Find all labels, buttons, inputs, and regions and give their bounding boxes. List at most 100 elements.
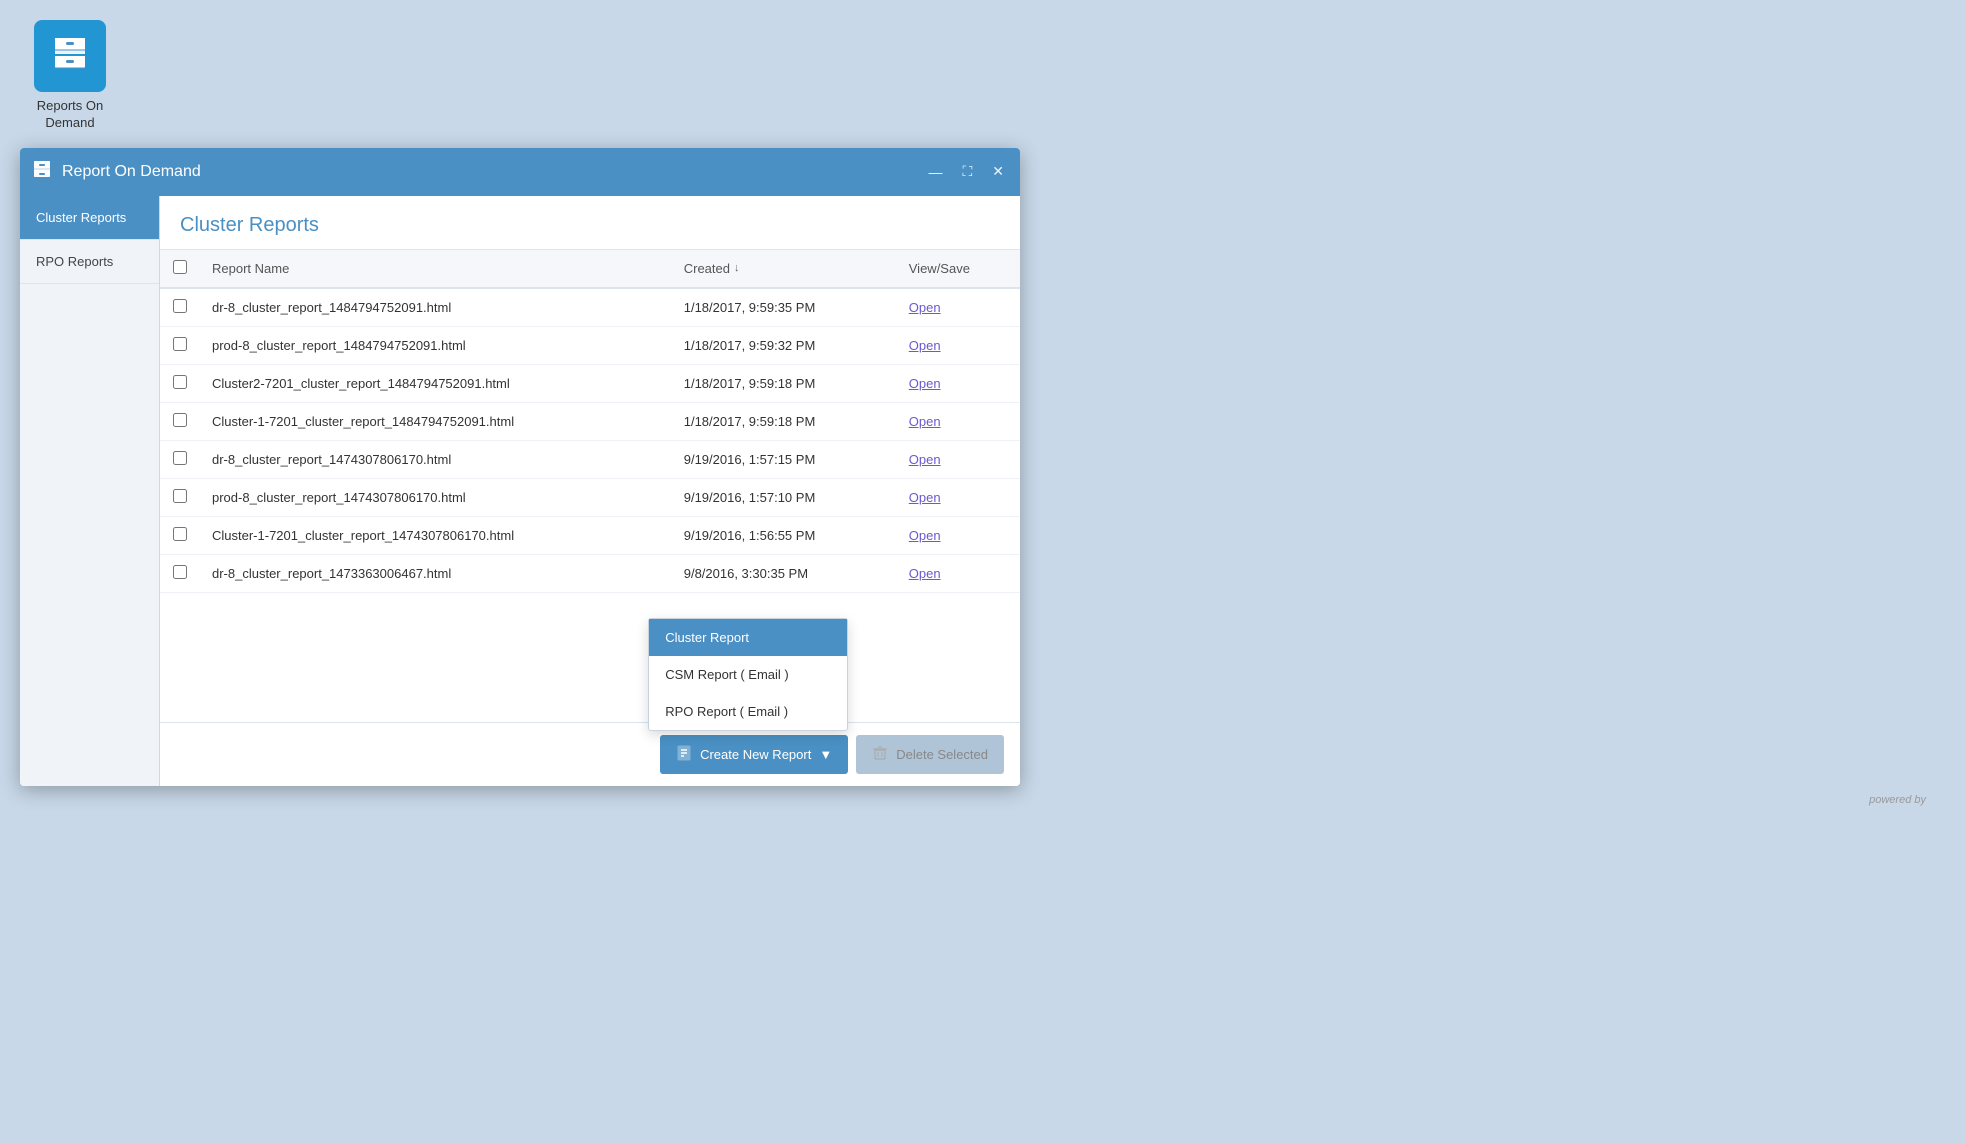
title-bar-left: Report On Demand: [32, 159, 201, 184]
sidebar-item-cluster-reports[interactable]: Cluster Reports: [20, 196, 159, 240]
row-created: 1/18/2017, 9:59:18 PM: [672, 364, 897, 402]
row-view-save: Open: [897, 326, 1020, 364]
title-bar: Report On Demand — ⛶ ✕: [20, 148, 1020, 196]
delete-selected-button[interactable]: Delete Selected: [856, 735, 1004, 774]
delete-button-label: Delete Selected: [896, 747, 988, 762]
create-button-label: Create New Report: [700, 747, 811, 762]
row-select-cell: [160, 402, 200, 440]
app-icon[interactable]: [34, 20, 106, 92]
open-report-button[interactable]: Open: [909, 566, 941, 581]
table-row: prod-8_cluster_report_1484794752091.html…: [160, 326, 1020, 364]
open-report-button[interactable]: Open: [909, 528, 941, 543]
table-row: Cluster-1-7201_cluster_report_1484794752…: [160, 402, 1020, 440]
row-view-save: Open: [897, 440, 1020, 478]
powered-by-text: powered by: [20, 786, 1946, 814]
row-created: 9/19/2016, 1:57:15 PM: [672, 440, 897, 478]
row-created: 9/19/2016, 1:56:55 PM: [672, 516, 897, 554]
table-header: Report Name Created ↓ View/Save: [160, 250, 1020, 288]
row-checkbox[interactable]: [173, 527, 187, 541]
row-checkbox[interactable]: [173, 565, 187, 579]
row-report-name: prod-8_cluster_report_1484794752091.html: [200, 326, 672, 364]
row-report-name: dr-8_cluster_report_1484794752091.html: [200, 288, 672, 327]
row-report-name: Cluster2-7201_cluster_report_14847947520…: [200, 364, 672, 402]
row-view-save: Open: [897, 402, 1020, 440]
app-launcher: Reports OnDemand: [20, 20, 120, 132]
open-report-button[interactable]: Open: [909, 300, 941, 315]
table-row: prod-8_cluster_report_1474307806170.html…: [160, 478, 1020, 516]
create-dropdown-container: Create New Report ▼ Cluster Report CSM R…: [660, 735, 848, 774]
row-select-cell: [160, 326, 200, 364]
content-header: Cluster Reports: [160, 196, 1020, 250]
row-checkbox[interactable]: [173, 413, 187, 427]
window-body: Cluster Reports RPO Reports Cluster Repo…: [20, 196, 1020, 786]
select-all-checkbox[interactable]: [173, 260, 187, 274]
reports-table: Report Name Created ↓ View/Save: [160, 250, 1020, 593]
footer-bar: Create New Report ▼ Cluster Report CSM R…: [160, 722, 1020, 786]
app-icon-graphic: [50, 32, 90, 80]
dropdown-item-rpo-report[interactable]: RPO Report ( Email ): [649, 693, 847, 730]
row-view-save: Open: [897, 364, 1020, 402]
col-report-name: Report Name: [200, 250, 672, 288]
open-report-button[interactable]: Open: [909, 414, 941, 429]
table-row: Cluster2-7201_cluster_report_14847947520…: [160, 364, 1020, 402]
row-select-cell: [160, 288, 200, 327]
row-select-cell: [160, 516, 200, 554]
dropdown-item-cluster-report[interactable]: Cluster Report: [649, 619, 847, 656]
reports-table-wrapper[interactable]: Report Name Created ↓ View/Save: [160, 250, 1020, 722]
open-report-button[interactable]: Open: [909, 338, 941, 353]
row-created: 9/19/2016, 1:57:10 PM: [672, 478, 897, 516]
title-bar-controls: — ⛶ ✕: [924, 161, 1008, 182]
row-report-name: dr-8_cluster_report_1474307806170.html: [200, 440, 672, 478]
row-select-cell: [160, 478, 200, 516]
table-body: dr-8_cluster_report_1484794752091.html1/…: [160, 288, 1020, 593]
col-select: [160, 250, 200, 288]
open-report-button[interactable]: Open: [909, 452, 941, 467]
row-select-cell: [160, 440, 200, 478]
main-window: Report On Demand — ⛶ ✕ Cluster Reports R…: [20, 148, 1020, 786]
table-row: dr-8_cluster_report_1484794752091.html1/…: [160, 288, 1020, 327]
maximize-button[interactable]: ⛶: [958, 161, 976, 182]
table-row: Cluster-1-7201_cluster_report_1474307806…: [160, 516, 1020, 554]
row-checkbox[interactable]: [173, 489, 187, 503]
row-select-cell: [160, 364, 200, 402]
row-report-name: Cluster-1-7201_cluster_report_1474307806…: [200, 516, 672, 554]
row-view-save: Open: [897, 288, 1020, 327]
table-row: dr-8_cluster_report_1474307806170.html9/…: [160, 440, 1020, 478]
window-title: Report On Demand: [62, 163, 201, 181]
create-dropdown-menu: Cluster Report CSM Report ( Email ) RPO …: [648, 618, 848, 731]
close-button[interactable]: ✕: [988, 161, 1008, 182]
sidebar-item-rpo-reports[interactable]: RPO Reports: [20, 240, 159, 284]
create-new-report-button[interactable]: Create New Report ▼: [660, 735, 848, 774]
dropdown-item-csm-report[interactable]: CSM Report ( Email ): [649, 656, 847, 693]
content-area: Cluster Reports Report Name: [160, 196, 1020, 786]
row-checkbox[interactable]: [173, 299, 187, 313]
open-report-button[interactable]: Open: [909, 490, 941, 505]
row-created: 9/8/2016, 3:30:35 PM: [672, 554, 897, 592]
sort-arrow-icon: ↓: [734, 262, 740, 274]
row-report-name: Cluster-1-7201_cluster_report_1484794752…: [200, 402, 672, 440]
row-created: 1/18/2017, 9:59:35 PM: [672, 288, 897, 327]
title-bar-icon: [32, 159, 52, 184]
row-report-name: dr-8_cluster_report_1473363006467.html: [200, 554, 672, 592]
row-checkbox[interactable]: [173, 337, 187, 351]
row-created: 1/18/2017, 9:59:32 PM: [672, 326, 897, 364]
open-report-button[interactable]: Open: [909, 376, 941, 391]
row-checkbox[interactable]: [173, 451, 187, 465]
row-checkbox[interactable]: [173, 375, 187, 389]
app-title: Reports OnDemand: [37, 98, 103, 132]
dropdown-arrow-icon: ▼: [819, 747, 832, 762]
row-select-cell: [160, 554, 200, 592]
row-report-name: prod-8_cluster_report_1474307806170.html: [200, 478, 672, 516]
row-view-save: Open: [897, 478, 1020, 516]
create-icon: [676, 745, 692, 764]
sidebar: Cluster Reports RPO Reports: [20, 196, 160, 786]
minimize-button[interactable]: —: [924, 161, 946, 182]
row-view-save: Open: [897, 554, 1020, 592]
row-created: 1/18/2017, 9:59:18 PM: [672, 402, 897, 440]
delete-icon: [872, 745, 888, 764]
col-created[interactable]: Created ↓: [672, 250, 897, 288]
content-title: Cluster Reports: [180, 214, 1000, 237]
table-row: dr-8_cluster_report_1473363006467.html9/…: [160, 554, 1020, 592]
row-view-save: Open: [897, 516, 1020, 554]
col-view-save: View/Save: [897, 250, 1020, 288]
